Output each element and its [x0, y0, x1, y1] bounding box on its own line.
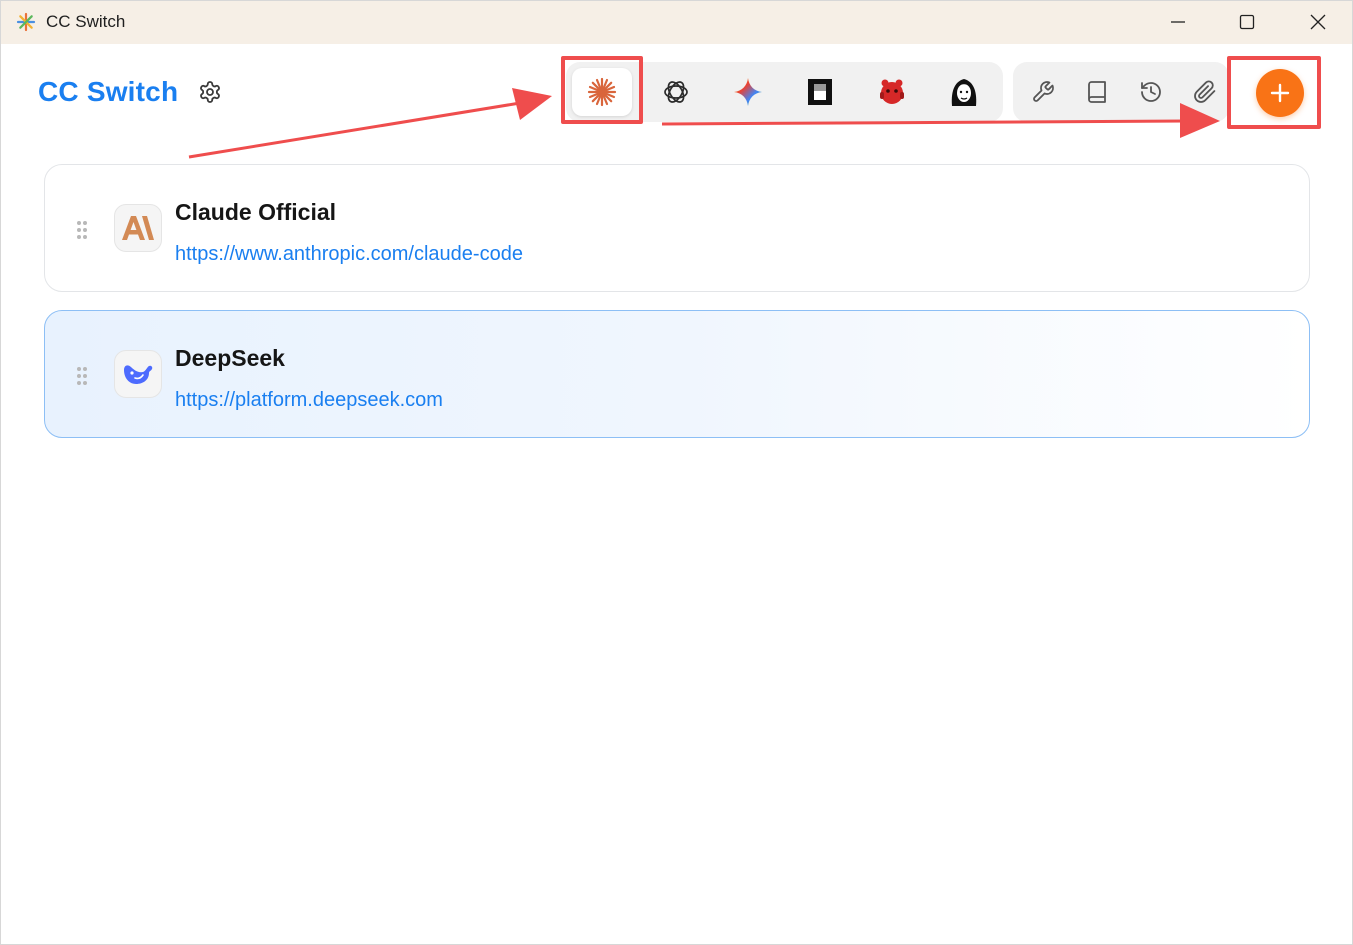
tool-button-history[interactable] — [1135, 76, 1167, 108]
plus-icon — [1270, 83, 1290, 103]
settings-button[interactable] — [196, 78, 224, 106]
provider-logo — [114, 350, 162, 398]
add-provider-button[interactable] — [1256, 69, 1304, 117]
history-icon — [1141, 82, 1161, 102]
paperclip-icon — [1194, 80, 1216, 103]
provider-logo — [114, 204, 162, 252]
deepseek-whale-icon — [124, 365, 153, 384]
app-brand-title: CC Switch — [38, 76, 179, 107]
provider-name: Claude Official — [175, 199, 337, 225]
tool-button-paperclip[interactable] — [1189, 76, 1221, 108]
provider-name: DeepSeek — [175, 345, 285, 371]
minimize-icon — [1171, 21, 1185, 23]
drag-handle-icon[interactable] — [75, 219, 89, 241]
book-icon — [1088, 81, 1106, 103]
window-title: CC Switch — [46, 12, 126, 31]
app-tab-4[interactable] — [790, 68, 850, 116]
drag-handle-icon[interactable] — [75, 365, 89, 387]
face-avatar-icon — [951, 79, 977, 106]
claude-sparkle-icon — [587, 77, 617, 107]
gear-icon — [200, 81, 220, 103]
toolbar — [1013, 62, 1229, 122]
app-switcher — [566, 62, 1003, 122]
anthropic-logo-icon — [122, 216, 154, 240]
app-tab-6[interactable] — [934, 68, 994, 116]
app-tab-5[interactable] — [862, 68, 922, 116]
maximize-icon — [1239, 14, 1255, 30]
window-titlebar: CC Switch — [0, 0, 1353, 44]
gemini-star-icon — [734, 78, 762, 106]
provider-url-link[interactable]: https://platform.deepseek.com — [175, 389, 443, 412]
app-tab-claude[interactable] — [572, 68, 632, 116]
annotation-arrows — [188, 88, 1220, 159]
wrench-icon — [1033, 81, 1054, 102]
close-icon — [1310, 14, 1326, 30]
maximize-button[interactable] — [1212, 0, 1282, 44]
openai-icon — [664, 81, 688, 103]
tool-button-wrench[interactable] — [1027, 76, 1059, 108]
minimize-button[interactable] — [1143, 0, 1213, 44]
provider-card-deepseek[interactable]: DeepSeek https://platform.deepseek.com — [44, 310, 1310, 438]
provider-url-link[interactable]: https://www.anthropic.com/claude-code — [175, 243, 523, 266]
app-tab-codex[interactable] — [646, 68, 706, 116]
app-icon — [16, 12, 36, 32]
app-tab-gemini[interactable] — [718, 68, 778, 116]
provider-card-claude-official[interactable]: Claude Official https://www.anthropic.co… — [44, 164, 1310, 292]
window-frame — [0, 0, 1353, 945]
black-square-icon — [808, 79, 832, 105]
tool-button-book[interactable] — [1081, 76, 1113, 108]
red-creature-icon — [880, 79, 904, 104]
close-button[interactable] — [1283, 0, 1353, 44]
